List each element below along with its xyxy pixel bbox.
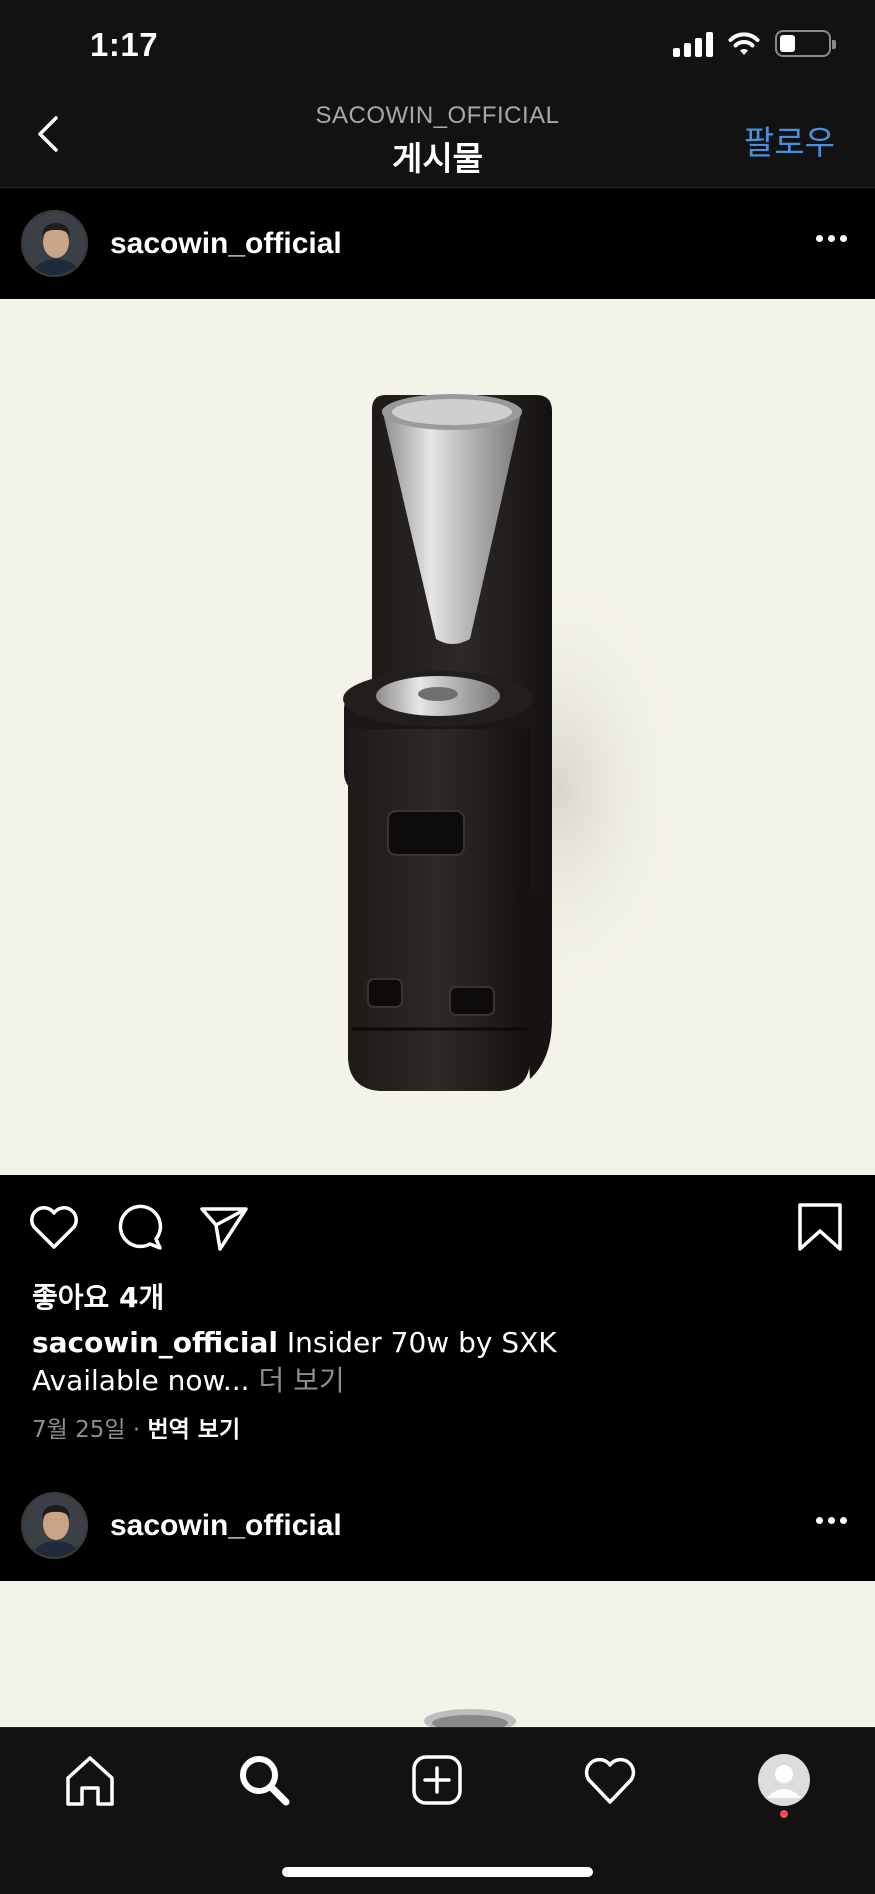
more-options-icon[interactable] <box>816 1517 847 1524</box>
home-indicator <box>282 1867 593 1877</box>
post-username[interactable]: sacowin_official <box>110 227 342 261</box>
follow-button[interactable]: 팔로우 <box>744 116 835 164</box>
nav-header: SACOWIN_OFFICIAL 게시물 팔로우 <box>0 96 875 188</box>
share-send-icon[interactable] <box>196 1199 252 1255</box>
activity-heart-icon[interactable] <box>580 1750 640 1810</box>
search-icon[interactable] <box>234 1750 294 1810</box>
post-username[interactable]: sacowin_official <box>110 1509 342 1543</box>
battery-icon <box>775 30 836 57</box>
more-options-icon[interactable] <box>816 235 847 242</box>
post-actions <box>0 1175 875 1275</box>
post-meta: 7월 25일 · 번역 보기 <box>32 1410 240 1444</box>
post-image[interactable] <box>0 299 875 1175</box>
more-link[interactable]: 더 보기 <box>258 1364 344 1397</box>
cellular-signal-icon <box>673 31 713 57</box>
wifi-icon <box>728 31 760 55</box>
post-header: sacowin_official <box>0 189 875 299</box>
bookmark-icon[interactable] <box>792 1199 848 1255</box>
status-bar: 1:17 <box>0 0 875 96</box>
caption-username[interactable]: sacowin_official <box>32 1326 278 1359</box>
like-heart-icon[interactable] <box>26 1199 82 1255</box>
likes-count[interactable]: 좋아요 4개 <box>32 1276 164 1316</box>
status-time: 1:17 <box>90 26 159 63</box>
post-caption: sacowin_official Insider 70w by SXK Avai… <box>32 1324 832 1400</box>
post-header-2: sacowin_official <box>0 1471 875 1581</box>
post-date: 7월 25일 <box>32 1417 126 1443</box>
translate-link[interactable]: 번역 보기 <box>147 1417 240 1443</box>
home-icon[interactable] <box>60 1750 120 1810</box>
status-icons <box>673 30 836 57</box>
notification-dot <box>780 1810 788 1818</box>
avatar[interactable] <box>21 1492 88 1559</box>
meta-separator: · <box>132 1417 141 1443</box>
tab-bar <box>0 1727 875 1894</box>
create-post-icon[interactable] <box>407 1750 467 1810</box>
profile-avatar[interactable] <box>754 1750 814 1810</box>
post-image-2[interactable] <box>0 1581 875 1727</box>
comment-icon[interactable] <box>112 1199 168 1255</box>
caption-line1: Insider 70w by SXK <box>286 1326 557 1359</box>
avatar[interactable] <box>21 210 88 277</box>
caption-line2: Available now... <box>32 1364 250 1397</box>
